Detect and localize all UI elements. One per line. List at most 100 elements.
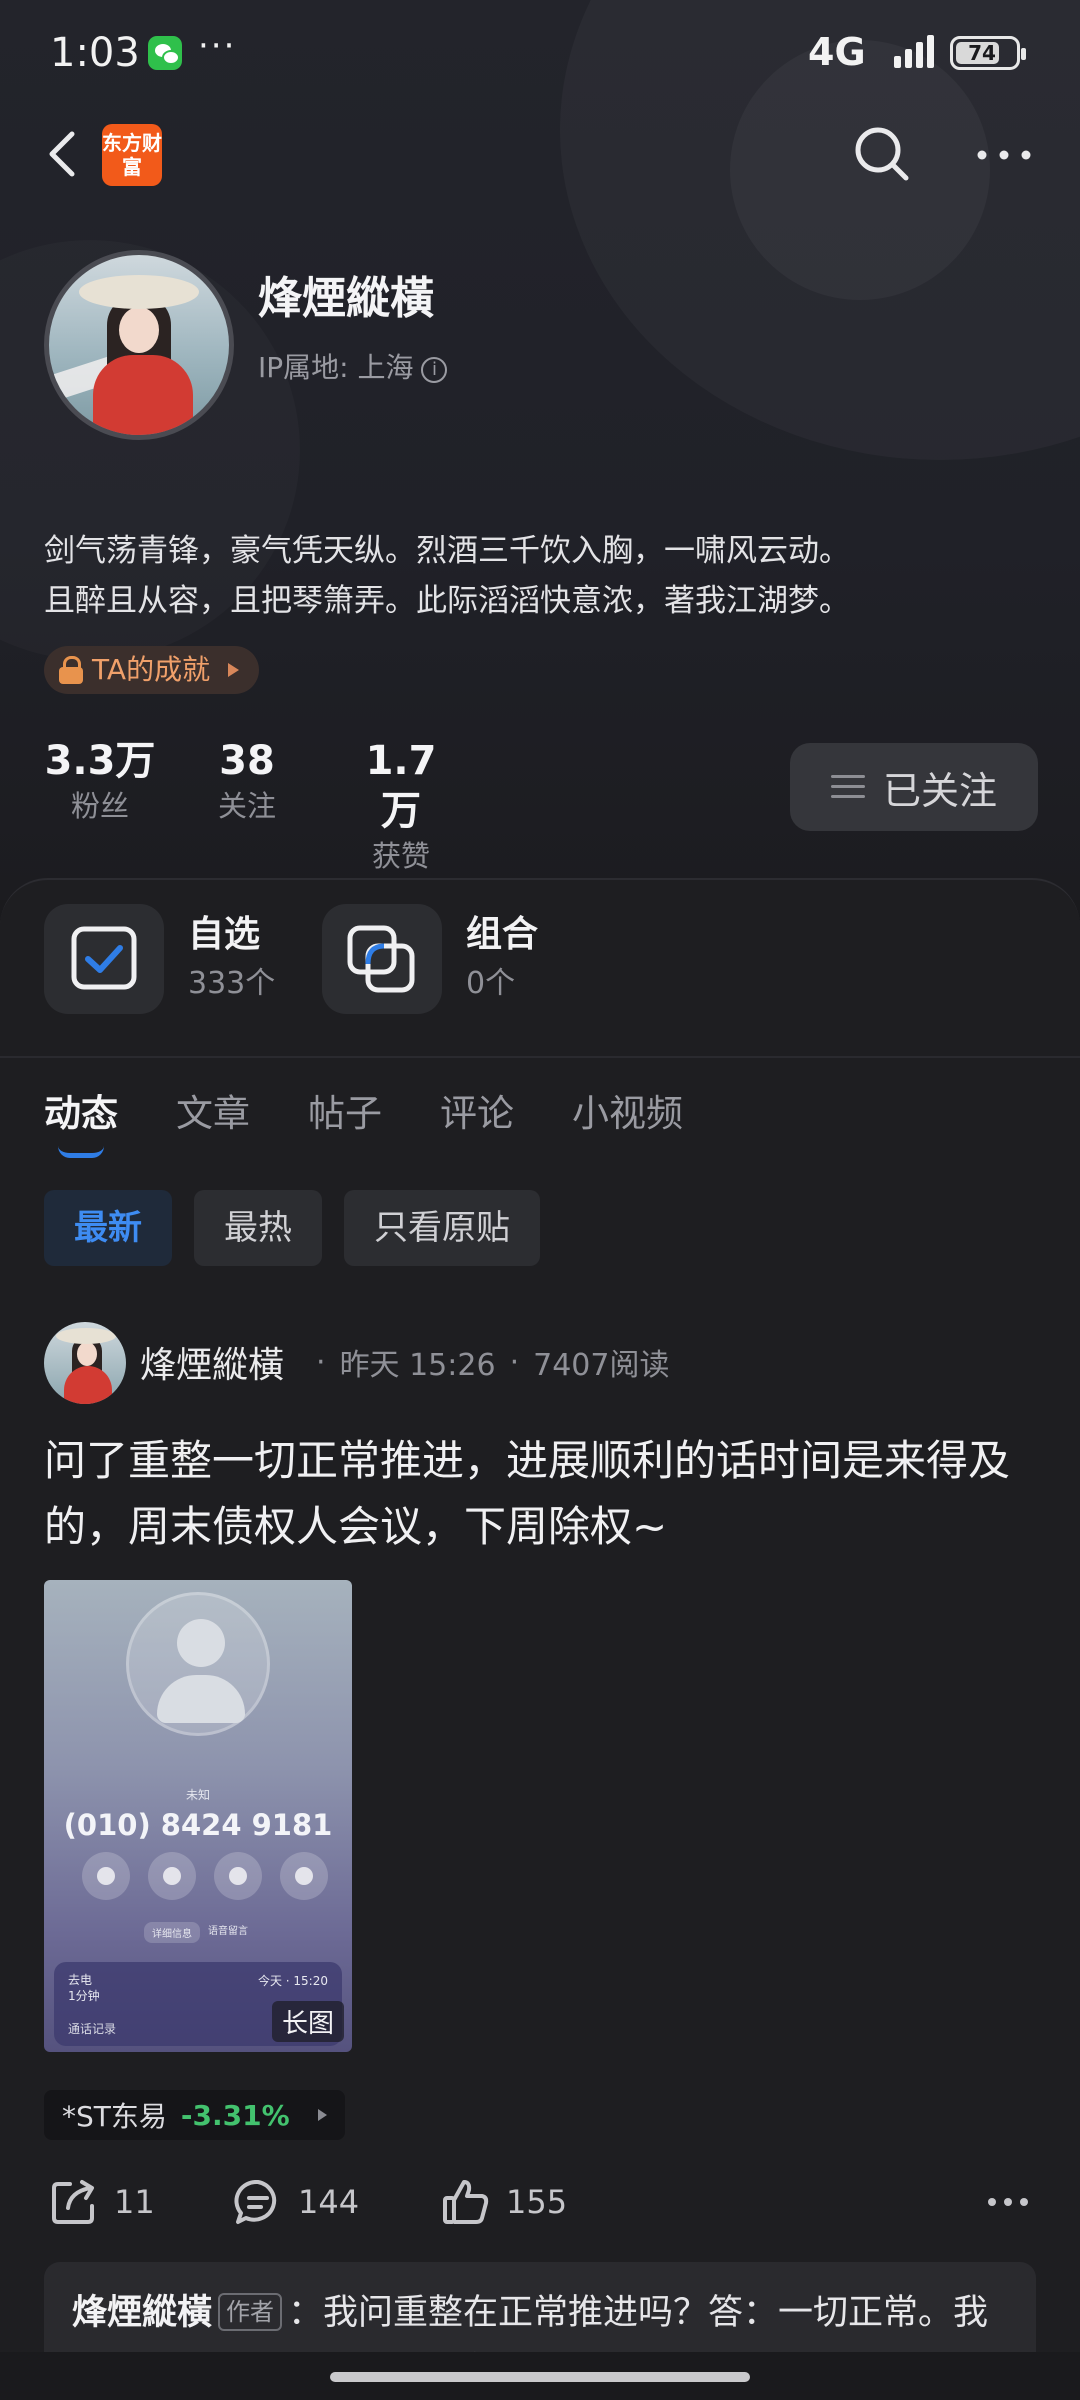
- tab-label: 小视频: [572, 1092, 683, 1135]
- phone-icon: [148, 1852, 196, 1900]
- call-info: 去电 1分钟: [68, 1972, 100, 2004]
- post-author[interactable]: 烽煙縱橫: [140, 1336, 284, 1388]
- post-meta: 烽煙縱橫 · 昨天 15:26 · 7407阅读: [140, 1336, 669, 1388]
- stat-fans[interactable]: 3.3万 粉丝: [44, 736, 156, 876]
- sort-filters: 最新 最热 只看原贴: [44, 1190, 540, 1266]
- avatar-detail: [64, 1366, 112, 1404]
- divider: [0, 1056, 1080, 1058]
- stat-following[interactable]: 38 关注: [192, 736, 302, 876]
- comment-author[interactable]: 烽煙縱橫: [72, 2293, 212, 2333]
- stat-label: 获赞: [371, 839, 430, 873]
- ip-location: IP属地: 上海 i: [258, 346, 448, 386]
- tab-short-videos[interactable]: 小视频: [572, 1086, 683, 1142]
- person-icon-body: [157, 1675, 245, 1723]
- stock-tag[interactable]: *ST东易 -3.31%: [44, 2090, 345, 2140]
- mail-icon: [280, 1852, 328, 1900]
- stock-change: -3.31%: [180, 2098, 290, 2132]
- separator-dot: ·: [509, 1344, 520, 1380]
- thumbs-up-icon: [443, 2180, 489, 2224]
- contact-tag: 语音留言: [208, 1926, 248, 1937]
- separator-dot: ·: [316, 1344, 326, 1380]
- followed-button[interactable]: 已关注: [790, 743, 1038, 831]
- post-reads: 7407阅读: [533, 1348, 670, 1383]
- message-icon: [82, 1852, 130, 1900]
- filter-hottest[interactable]: 最热: [194, 1190, 322, 1266]
- tab-posts[interactable]: 帖子: [308, 1086, 382, 1142]
- call-type: 去电: [68, 1973, 93, 1987]
- info-icon[interactable]: i: [421, 357, 448, 383]
- tab-comments[interactable]: 评论: [440, 1086, 514, 1142]
- tab-articles[interactable]: 文章: [176, 1086, 250, 1142]
- status-bar: 1:03 ··· 4G 74: [0, 0, 1080, 110]
- avatar-detail: [56, 1328, 116, 1344]
- lock-icon: [58, 656, 84, 684]
- avatar-detail: [93, 355, 193, 435]
- filter-latest[interactable]: 最新: [44, 1190, 172, 1266]
- phone-number: (010) 8424 9181: [63, 1808, 333, 1842]
- watchlist-entry[interactable]: 自选 333个: [44, 904, 275, 1014]
- filter-original-only[interactable]: 只看原贴: [344, 1190, 540, 1266]
- avatar-detail: [79, 275, 199, 309]
- stat-value: 1.7万: [365, 738, 437, 834]
- avatar-detail: [77, 1342, 97, 1366]
- achievement-label: TA的成就: [92, 653, 211, 686]
- avatar-detail: [119, 307, 159, 353]
- search-icon[interactable]: [852, 124, 912, 184]
- stat-value: 38: [219, 738, 275, 784]
- profile-avatar[interactable]: [44, 250, 234, 440]
- home-indicator[interactable]: [330, 2372, 750, 2382]
- portfolio-title: 组合: [466, 914, 539, 955]
- post-text[interactable]: 问了重整一切正常推进，进展顺利的话时间是来得及的，周末债权人会议，下周除权~: [44, 1428, 1044, 1560]
- contact-tag: 详细信息: [144, 1922, 200, 1943]
- caller-label: 未知: [185, 1788, 210, 1802]
- achievement-button[interactable]: TA的成就: [44, 646, 260, 694]
- comment-button[interactable]: 144: [232, 2176, 359, 2228]
- video-icon: [214, 1852, 262, 1900]
- ip-location-text: IP属地: 上海: [258, 351, 414, 384]
- tab-activity[interactable]: 动态: [44, 1086, 118, 1158]
- tab-label: 动态: [44, 1092, 118, 1135]
- stat-value: 3.3万: [44, 738, 156, 784]
- battery-cap: [1021, 48, 1026, 60]
- profile-username: 烽煙縱橫: [258, 273, 434, 324]
- portfolio-count: 0个: [466, 966, 516, 1001]
- more-options-icon[interactable]: [974, 140, 1034, 170]
- stat-label: 关注: [217, 789, 276, 823]
- post-time: 昨天 15:26: [339, 1348, 496, 1383]
- arrow-right-icon: [317, 2109, 327, 2121]
- comment-count: 144: [298, 2183, 360, 2221]
- tab-label: 评论: [440, 1092, 514, 1135]
- stat-label: 粉丝: [70, 789, 129, 823]
- stock-name: *ST东易: [62, 2100, 167, 2133]
- share-icon: [52, 2180, 94, 2224]
- battery-percent: 74: [968, 41, 996, 65]
- bio-line: 且醉且从容，且把琴箫弄。此际滔滔快意浓，著我江湖梦。: [44, 583, 850, 619]
- more-notifications-icon: ···: [198, 26, 237, 66]
- back-icon[interactable]: [40, 122, 90, 186]
- share-count: 11: [114, 2183, 155, 2221]
- portfolio-entry[interactable]: 组合 0个: [322, 904, 538, 1014]
- call-actions: [82, 1852, 328, 1900]
- post-author-avatar[interactable]: [44, 1322, 126, 1404]
- status-time: 1:03: [50, 30, 140, 76]
- profile-bio: 剑气荡青锋，豪气凭天纵。烈酒三千饮入胸，一啸风云动。 且醉且从容，且把琴箫弄。此…: [44, 526, 850, 626]
- battery-icon: 74: [950, 36, 1026, 70]
- like-button[interactable]: 155: [440, 2176, 567, 2228]
- person-icon-head: [177, 1619, 225, 1667]
- brand-logo[interactable]: 东方财富: [102, 124, 162, 186]
- portfolio-icon: [322, 904, 442, 1014]
- stat-likes[interactable]: 1.7万 获赞: [346, 736, 456, 876]
- profile-stats: 3.3万 粉丝 38 关注 1.7万 获赞: [44, 736, 456, 876]
- share-button[interactable]: 11: [48, 2176, 155, 2228]
- long-image-badge: 长图: [271, 2001, 344, 2042]
- active-tab-indicator: [58, 1146, 104, 1158]
- wechat-icon: [148, 36, 182, 70]
- post-actions: 11 144 155: [44, 2176, 1036, 2232]
- post-image[interactable]: 未知 (010) 8424 9181 详细信息 语音留言 去电 1分钟 今天 ·…: [44, 1580, 352, 2052]
- bio-line: 剑气荡青锋，豪气凭天纵。烈酒三千饮入胸，一啸风云动。: [44, 533, 850, 569]
- call-time: 今天 · 15:20: [257, 1974, 328, 1988]
- watchlist-icon: [44, 904, 164, 1014]
- arrow-right-icon: [228, 663, 240, 677]
- network-type: 4G: [808, 30, 866, 74]
- more-icon[interactable]: [986, 2194, 1030, 2210]
